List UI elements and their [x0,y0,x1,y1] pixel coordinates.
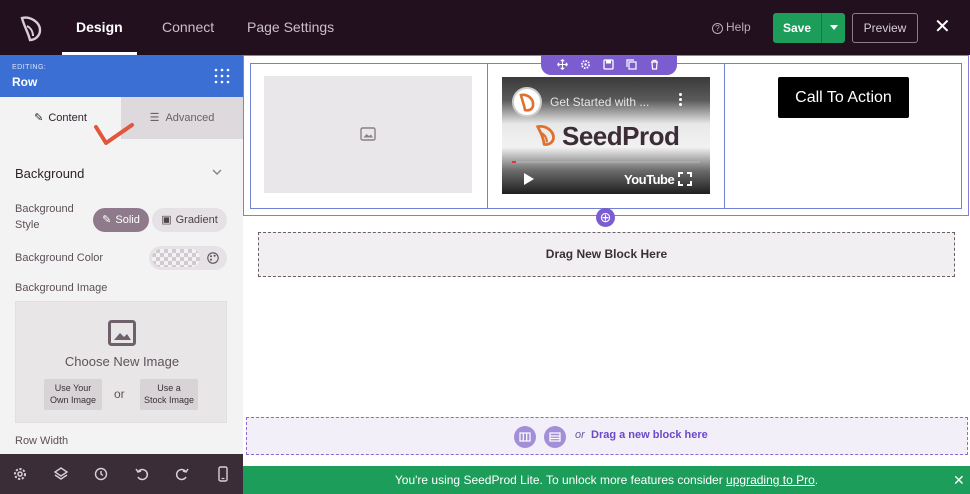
history-icon[interactable] [93,466,109,482]
help-label: Help [726,20,751,34]
seedprod-logo-icon[interactable] [18,14,44,42]
section-background-title[interactable]: Background [15,166,84,181]
background-style-label-line1: Background [15,203,74,215]
columns-icon[interactable] [514,426,536,448]
add-row-plus-icon[interactable]: ⊕ [596,208,615,227]
style-solid-button[interactable]: ✎ Solid [93,208,149,232]
mobile-icon[interactable] [215,466,231,482]
seedprod-leaf-icon [519,93,535,112]
row-width-label: Row Width [15,435,69,447]
upgrade-banner: You're using SeedProd Lite. To unlock mo… [243,466,970,494]
video-menu-icon[interactable] [679,93,683,107]
video-progress [512,161,700,163]
close-icon[interactable]: ✕ [934,17,951,37]
seedprod-brand-icon [535,124,555,146]
help-link[interactable]: ? Help [712,20,751,34]
upgrade-link[interactable]: upgrading to Pro [726,473,815,487]
own-image-line1: Use Your [54,383,92,393]
dropzone-or: or [575,429,585,441]
own-image-line2: Own Image [49,395,97,405]
top-bar: Design Connect Page Settings ? Help Save … [0,0,970,55]
duplicate-icon[interactable] [626,59,637,70]
use-stock-image-button[interactable]: Use a Stock Image [140,379,198,410]
gear-icon[interactable] [12,466,28,482]
transparent-swatch [152,249,200,267]
columns-glyph [519,432,531,442]
save-button[interactable]: Save [773,13,821,43]
choose-new-image[interactable]: Choose New Image [16,354,228,369]
section-glyph [549,432,561,442]
background-image-dropzone[interactable]: Choose New Image Use Your Own Image or U… [15,301,227,423]
fullscreen-icon[interactable] [678,172,692,186]
drag-new-block-link[interactable]: Drag a new block here [591,429,708,441]
layers-icon[interactable] [53,466,69,482]
image-block-placeholder[interactable] [264,76,472,193]
call-to-action-button[interactable]: Call To Action [778,77,909,118]
gradient-icon: ▣ [161,214,172,226]
drag-new-block-dropzone[interactable]: Drag New Block Here [258,232,955,277]
style-solid-label: Solid [115,214,140,226]
stock-image-line2: Stock Image [143,395,195,405]
style-gradient-button[interactable]: ▣ Gradient [152,208,227,232]
help-icon: ? [712,23,723,34]
sidebar-bottom-bar [0,454,243,494]
video-title: Get Started with ... [550,95,650,109]
brush-icon: ✎ [102,214,112,226]
close-banner-icon[interactable]: ✕ [953,470,965,490]
move-icon[interactable] [557,59,568,70]
tab-content-label: Content [48,112,87,124]
section-icon[interactable] [544,426,566,448]
background-color-label: Background Color [15,252,104,264]
trash-icon[interactable] [649,59,660,70]
editing-caption: EDITING: [12,64,47,71]
background-color-picker[interactable] [149,246,227,270]
background-style-label-line2: Style [15,219,40,231]
banner-text: You're using SeedProd Lite. To unlock mo… [394,473,727,487]
banner-suffix: . [814,473,819,487]
video-embed[interactable]: Get Started with ... SeedProd YouTube [502,77,710,194]
redo-icon[interactable] [174,466,190,482]
palette-icon [207,252,219,264]
undo-icon[interactable] [134,466,150,482]
tab-page-settings[interactable]: Page Settings [247,0,334,55]
channel-avatar [512,87,542,117]
video-brand-text: SeedProd [562,121,680,151]
editing-header: EDITING: Row [0,55,243,97]
image-icon [360,127,376,141]
background-image-label: Background Image [15,282,108,294]
editing-title: Row [12,75,38,89]
grid-icon[interactable] [214,68,230,84]
sidebar: EDITING: Row ✎ Content ☰ Advanced Backgrou… [0,55,243,454]
tab-connect[interactable]: Connect [162,0,214,55]
tab-design[interactable]: Design [62,0,137,55]
use-own-image-button[interactable]: Use Your Own Image [44,379,102,410]
tab-advanced-label: Advanced [165,112,215,124]
new-section-dropzone[interactable]: or Drag a new block here [246,417,968,455]
style-gradient-label: Gradient [175,214,218,226]
preview-button[interactable]: Preview [852,13,918,43]
settings-icon[interactable] [580,59,591,70]
or-separator: or [114,387,125,401]
pencil-icon: ✎ [34,112,44,124]
youtube-logo[interactable]: YouTube [624,172,675,187]
play-icon[interactable] [523,172,535,186]
chevron-down-icon[interactable] [212,167,222,177]
column-toolbar [541,55,677,75]
save-icon[interactable] [603,59,614,70]
stock-image-line1: Use a [157,383,181,393]
save-options-chevron-icon[interactable] [821,13,845,43]
sliders-icon: ☰ [149,112,160,124]
annotation-arrow-icon [94,123,134,145]
image-icon [108,320,136,346]
builder-canvas: Get Started with ... SeedProd YouTube Ca… [243,55,970,466]
tab-advanced[interactable]: ☰ Advanced [121,97,243,139]
